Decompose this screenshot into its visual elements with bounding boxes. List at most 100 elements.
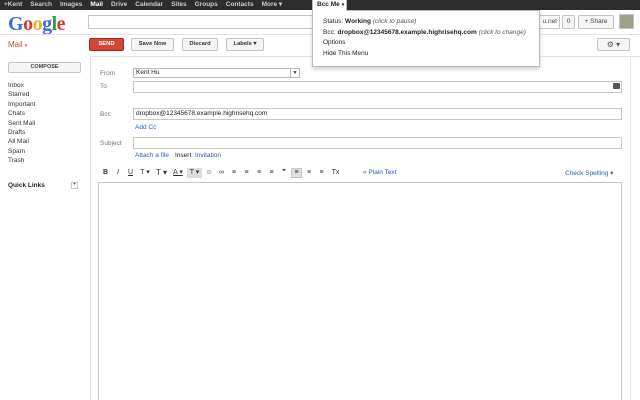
- folder-sent-mail[interactable]: Sent Mail: [8, 119, 35, 128]
- align-center-icon[interactable]: ≡: [304, 168, 315, 178]
- folder-important[interactable]: Important: [8, 100, 35, 109]
- remove-formatting-icon[interactable]: Tx: [329, 168, 343, 178]
- topnav-sites[interactable]: Sites: [167, 0, 191, 10]
- bcc-label: Bcc: [100, 111, 111, 118]
- discard-button[interactable]: Discard: [182, 38, 218, 51]
- check-spelling-button[interactable]: Check Spelling ▾: [565, 169, 613, 177]
- topnav-more[interactable]: More ▾: [258, 0, 287, 10]
- bcc-hint: (click to change): [478, 28, 526, 36]
- font-family-button[interactable]: T ▾: [138, 168, 153, 178]
- status-row[interactable]: Status: Working (click to pause): [323, 17, 539, 28]
- indent-more-icon[interactable]: ≡: [266, 168, 277, 178]
- account-email-fragment: u.net: [540, 15, 560, 29]
- bcc-me-popup: Status: Working (click to pause) Bcc: dr…: [312, 10, 540, 67]
- contacts-picker-icon[interactable]: [613, 83, 620, 89]
- mail-switcher[interactable]: Mail ▾: [8, 40, 27, 49]
- add-quick-link-icon[interactable]: +: [71, 182, 78, 189]
- formatting-toolbar: B I U T ▾ T ▾ A ▾ T ▾ ☺ ∞ ≡ ≡ ≡ ≡ ❞ ≡ ≡ …: [100, 168, 344, 178]
- status-label: Status:: [323, 18, 344, 25]
- bulleted-list-icon[interactable]: ≡: [241, 168, 252, 178]
- hide-menu-item[interactable]: Hide This Menu: [323, 49, 539, 60]
- insert-invitation-link[interactable]: Invitation: [195, 152, 221, 159]
- bcc-me-menu-button[interactable]: Bcc Me ▾: [312, 0, 347, 11]
- status-hint: (click to pause): [372, 18, 417, 25]
- topnav-drive[interactable]: Drive: [107, 0, 131, 10]
- indent-less-icon[interactable]: ≡: [254, 168, 265, 178]
- folder-all-mail[interactable]: All Mail: [8, 137, 35, 146]
- logo-letter: o: [32, 13, 43, 35]
- logo-letter: G: [8, 13, 24, 35]
- avatar[interactable]: [619, 14, 634, 29]
- logo-letter: g: [42, 13, 52, 35]
- top-nav: +Kent Search Images Mail Drive Calendar …: [0, 0, 286, 10]
- to-input[interactable]: [133, 81, 622, 93]
- topnav-images[interactable]: Images: [56, 0, 86, 10]
- topnav-account[interactable]: +Kent: [0, 0, 26, 10]
- subject-label: Subject: [100, 140, 122, 147]
- link-icon[interactable]: ∞: [216, 168, 227, 178]
- folder-trash[interactable]: Trash: [8, 156, 35, 165]
- from-label: From: [100, 70, 116, 77]
- from-value: Kent Hu: [136, 69, 160, 76]
- share-button[interactable]: + Share: [578, 15, 614, 29]
- bcc-input-value: dropbox@12345678.example.highrisehq.com: [136, 110, 268, 117]
- emoji-icon[interactable]: ☺: [204, 168, 215, 178]
- attach-file-link[interactable]: Attach a file: [135, 152, 169, 159]
- folder-chats[interactable]: Chats: [8, 109, 35, 118]
- options-menu-item[interactable]: Options: [323, 38, 539, 49]
- status-value: Working: [345, 18, 371, 25]
- chevron-down-icon: ▾: [253, 41, 257, 47]
- google-logo[interactable]: Google: [8, 13, 66, 35]
- bcc-row[interactable]: Bcc: dropbox@12345678.example.highrisehq…: [323, 28, 539, 39]
- align-left-icon[interactable]: ≡: [291, 168, 302, 178]
- chevron-down-icon: ▾: [341, 2, 345, 8]
- topnav-mail[interactable]: Mail: [86, 0, 107, 10]
- add-cc-link[interactable]: Add Cc: [135, 124, 156, 131]
- text-color-button[interactable]: A ▾: [171, 168, 186, 178]
- folder-list: Inbox Starred Important Chats Sent Mail …: [8, 81, 35, 166]
- from-select[interactable]: Kent Hu ▼: [133, 68, 300, 78]
- folder-inbox[interactable]: Inbox: [8, 81, 35, 90]
- compose-button[interactable]: COMPOSE: [8, 62, 81, 73]
- topnav-more-label: More: [261, 1, 278, 8]
- mail-label: Mail: [8, 40, 23, 49]
- search-input[interactable]: [88, 15, 318, 29]
- chevron-down-icon: ▾: [24, 43, 28, 49]
- bcc-label: Bcc:: [323, 28, 336, 36]
- subject-input[interactable]: [133, 137, 622, 149]
- bold-button[interactable]: B: [100, 168, 111, 178]
- logo-letter: o: [23, 13, 33, 35]
- send-button[interactable]: SEND: [89, 38, 124, 51]
- to-label: To: [100, 83, 107, 90]
- folder-starred[interactable]: Starred: [8, 90, 35, 99]
- underline-button[interactable]: U: [125, 168, 136, 178]
- insert-label: Insert:: [175, 152, 194, 159]
- quote-icon[interactable]: ❞: [279, 168, 290, 178]
- plain-text-link[interactable]: « Plain Text: [363, 169, 396, 176]
- align-right-icon[interactable]: ≡: [316, 168, 327, 178]
- topnav-calendar[interactable]: Calendar: [131, 0, 167, 10]
- bcc-address: dropbox@12345678.example.highrisehq.com: [337, 28, 477, 36]
- folder-spam[interactable]: Spam: [8, 147, 35, 156]
- italic-button[interactable]: I: [113, 168, 124, 178]
- bcc-me-label: Bcc Me: [317, 1, 340, 8]
- highlight-color-button[interactable]: T ▾: [187, 168, 202, 178]
- message-body-editor[interactable]: [98, 182, 622, 400]
- chevron-down-icon: ▼: [290, 69, 299, 77]
- gear-icon: ⚙ ▾: [606, 40, 621, 49]
- logo-letter: e: [56, 13, 66, 35]
- settings-gear-button[interactable]: ⚙ ▾: [597, 38, 630, 51]
- labels-button[interactable]: Labels ▾: [226, 38, 264, 51]
- numbered-list-icon[interactable]: ≡: [229, 168, 240, 178]
- quick-links-heading[interactable]: Quick Links: [8, 182, 45, 189]
- labels-label: Labels: [233, 41, 252, 47]
- topnav-groups[interactable]: Groups: [191, 0, 222, 10]
- folder-drafts[interactable]: Drafts: [8, 128, 35, 137]
- content-right-border: [630, 57, 631, 400]
- font-size-button[interactable]: T ▾: [154, 168, 169, 178]
- bcc-input[interactable]: dropbox@12345678.example.highrisehq.com: [133, 108, 622, 120]
- notification-count-button[interactable]: 0: [562, 15, 575, 29]
- save-now-button[interactable]: Save Now: [131, 38, 174, 51]
- topnav-search[interactable]: Search: [26, 0, 56, 10]
- topnav-contacts[interactable]: Contacts: [222, 0, 258, 10]
